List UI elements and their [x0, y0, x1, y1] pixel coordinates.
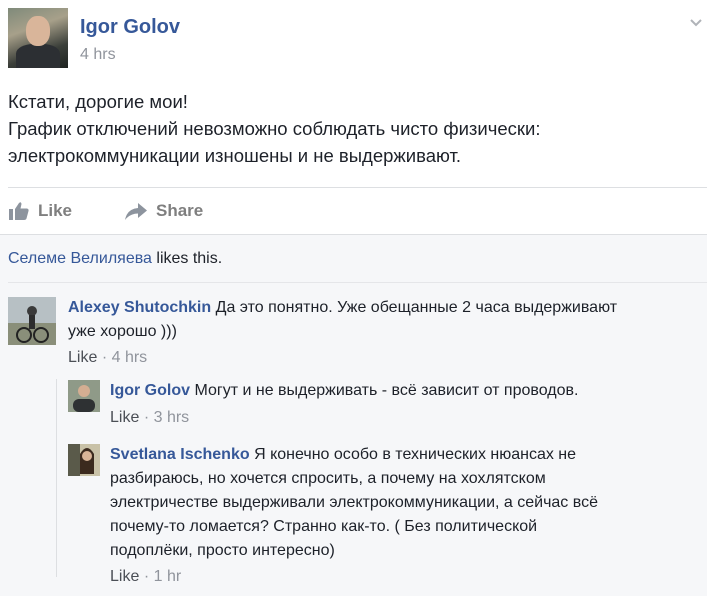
chevron-down-icon[interactable] — [688, 14, 704, 30]
reply-line: разбираюсь, но хочется спросить, а почем… — [110, 470, 546, 487]
share-arrow-icon — [125, 203, 147, 220]
post-line: График отключений невозможно соблюдать ч… — [8, 118, 541, 139]
reply: Igor Golov Могут и не выдерживать - всё … — [110, 379, 700, 403]
reply-like-link[interactable]: Like — [110, 409, 139, 426]
share-button[interactable]: Share — [124, 198, 203, 224]
meta-separator: · — [101, 349, 108, 366]
reply-line: Могут и не выдерживать - всё зависит от … — [194, 382, 579, 399]
post-line: Кстати, дорогие мои! — [8, 91, 188, 112]
post-body: Кстати, дорогие мои! График отключений н… — [8, 88, 698, 169]
likes-summary: Селеме Велиляева likes this. — [8, 250, 222, 268]
meta-separator: · — [143, 409, 150, 426]
reply-thread-line — [56, 379, 57, 577]
likes-suffix: likes this. — [151, 250, 223, 267]
reply-line: электричестве выдерживали электрокоммуни… — [110, 494, 598, 511]
reply-author[interactable]: Svetlana Ischenko — [110, 446, 250, 463]
comment-line: уже хорошо ))) — [68, 323, 177, 340]
author-avatar[interactable] — [8, 8, 68, 68]
thumbs-up-icon — [9, 202, 29, 220]
divider — [8, 282, 707, 283]
post-timestamp[interactable]: 4 hrs — [80, 46, 116, 64]
reply-meta: Like · 3 hrs — [110, 409, 189, 427]
comment-line: Да это понятно. Уже обещанные 2 часа выд… — [215, 299, 618, 316]
like-button[interactable]: Like — [8, 198, 72, 224]
commenter-avatar[interactable] — [8, 297, 56, 345]
post-line: электрокоммуникации изношены и не выдерж… — [8, 145, 462, 166]
comment: Alexey Shutochkin Да это понятно. Уже об… — [68, 296, 698, 344]
meta-separator: · — [143, 568, 150, 585]
liker-name[interactable]: Селеме Велиляева — [8, 250, 152, 267]
reply-avatar[interactable] — [68, 380, 100, 412]
reply-line: почему-то ломается? Странно как-то. ( Бе… — [110, 518, 538, 535]
share-label: Share — [156, 201, 204, 220]
like-label: Like — [38, 201, 73, 220]
divider — [8, 187, 707, 188]
comment-time[interactable]: 4 hrs — [112, 349, 148, 366]
reply-time[interactable]: 3 hrs — [154, 409, 190, 426]
comment-like-link[interactable]: Like — [68, 349, 97, 366]
reply-line: Я конечно особо в технических нюансах не — [254, 446, 577, 463]
reply: Svetlana Ischenko Я конечно особо в техн… — [110, 443, 700, 563]
comment-author[interactable]: Alexey Shutochkin — [68, 299, 211, 316]
post-author-name[interactable]: Igor Golov — [80, 16, 180, 39]
reply-avatar[interactable] — [68, 444, 100, 476]
comment-meta: Like · 4 hrs — [68, 349, 147, 367]
reply-like-link[interactable]: Like — [110, 568, 139, 585]
reply-line: подоплёки, просто интересно) — [110, 542, 335, 559]
reply-author[interactable]: Igor Golov — [110, 382, 190, 399]
reply-meta: Like · 1 hr — [110, 568, 181, 586]
reply-time[interactable]: 1 hr — [154, 568, 182, 585]
